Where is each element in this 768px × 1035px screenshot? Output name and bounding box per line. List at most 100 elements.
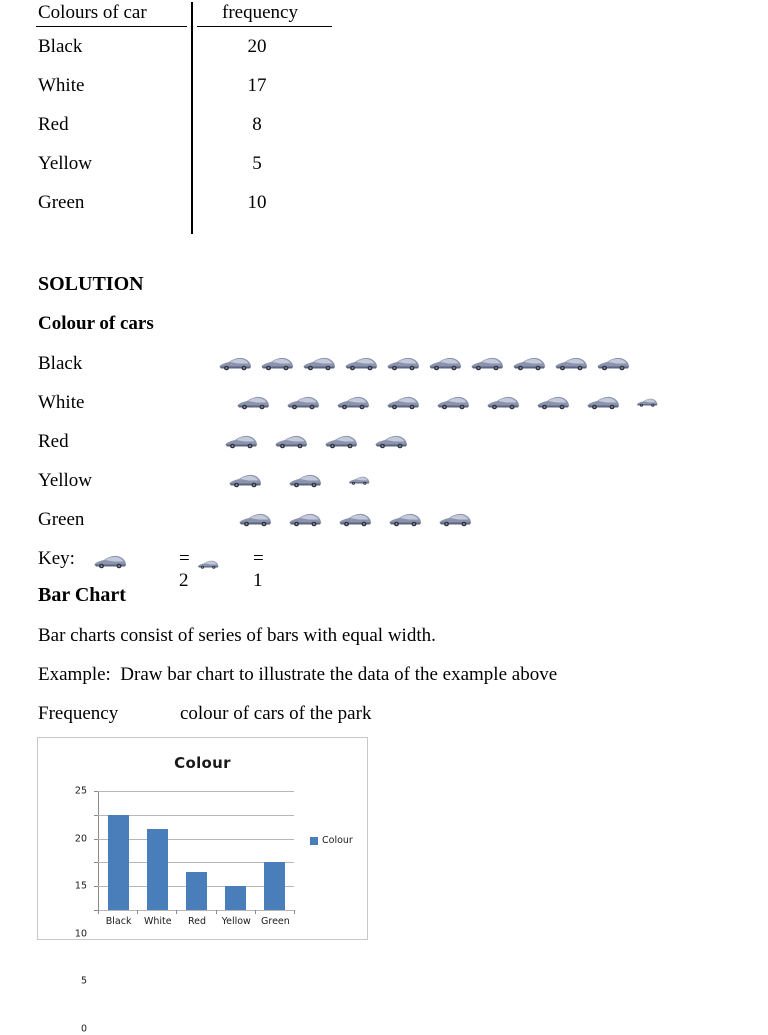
pictogram-row-label: Black — [38, 353, 83, 374]
table-cell-frequency: 5 — [252, 153, 262, 174]
chart-y-tick: 10 — [75, 862, 98, 939]
key-equals-one: = 1 — [253, 548, 264, 591]
pictogram-car-group — [236, 389, 666, 415]
car-icon — [238, 510, 272, 528]
table-row: White 17 — [36, 69, 336, 108]
car-icon — [536, 393, 570, 411]
chart-gridline — [98, 910, 294, 911]
table-cell-colour: Green — [38, 192, 85, 213]
car-icon — [336, 393, 370, 411]
chart-x-tick — [215, 910, 217, 914]
key-car-icon — [93, 552, 127, 576]
chart-bar-slot — [255, 791, 294, 910]
chart-plot-area: 0 5 10 15 20 25 — [75, 786, 295, 1035]
table-row: Green 10 — [36, 186, 336, 225]
pictogram-heading: Colour of cars — [38, 313, 154, 334]
chart-bar-slot — [99, 791, 138, 910]
pictogram-row: Black — [38, 350, 638, 389]
table-header-row: Colours of car frequency — [36, 0, 336, 30]
pictogram-row: Green — [38, 506, 638, 545]
chart-y-tick-label: 25 — [74, 785, 87, 797]
chart-x-tick — [176, 910, 178, 914]
pictogram-row-label: Green — [38, 509, 85, 530]
car-icon — [338, 510, 372, 528]
table-row: Black 20 — [36, 30, 336, 69]
chart-x-label: White — [143, 916, 172, 927]
car-icon — [236, 393, 270, 411]
chart-x-tick — [294, 910, 295, 914]
pictogram-row-label: White — [38, 392, 85, 413]
bar-chart: Colour 0 5 10 15 20 25 Black White Red Yellow Gre… — [37, 737, 368, 1035]
table-cell-frequency: 17 — [247, 75, 267, 96]
pictogram-row-label: Red — [38, 431, 69, 452]
key-half-car-icon — [197, 554, 219, 576]
chart-bar-slot — [177, 791, 216, 910]
chart-x-axis-labels: Black White Red Yellow Green — [99, 916, 295, 927]
table-cell-colour: Yellow — [38, 153, 93, 174]
key-equals-two: = 2 — [179, 548, 190, 591]
table-row: Yellow 5 — [36, 147, 336, 186]
pictogram-row: Red — [38, 428, 638, 467]
chart-bar — [147, 829, 168, 910]
chart-y-tick-label: 15 — [74, 880, 87, 892]
bar-chart-definition: Bar charts consist of series of bars wit… — [38, 625, 436, 646]
chart-x-tick — [254, 910, 256, 914]
chart-bars — [99, 791, 294, 910]
car-icon — [486, 393, 520, 411]
car-icon — [596, 354, 630, 372]
chart-x-label: Green — [261, 916, 290, 927]
car-icon — [388, 510, 422, 528]
table-cell-colour: Red — [38, 114, 69, 135]
chart-bar — [225, 886, 246, 910]
car-icon — [274, 432, 308, 450]
bar-chart-heading: Bar Chart — [38, 584, 126, 606]
car-icon — [218, 354, 252, 372]
car-icon — [224, 432, 258, 450]
chart-legend: Colour — [310, 835, 353, 846]
car-icon — [286, 393, 320, 411]
chart-y-tick: 20 — [75, 814, 98, 844]
chart-x-tick — [137, 910, 139, 914]
chart-x-tick — [98, 910, 99, 914]
table-cell-colour: White — [38, 75, 85, 96]
header-rule-left — [36, 26, 187, 27]
chart-bar — [108, 814, 129, 910]
bar-chart-axes-caption: Frequency colour of cars of the park — [38, 703, 372, 724]
chart-bar-slot — [138, 791, 177, 910]
table-cell-frequency: 8 — [252, 114, 262, 135]
car-icon — [554, 354, 588, 372]
pictogram-row-label: Yellow — [38, 470, 93, 491]
chart-y-tick-label: 10 — [74, 928, 87, 940]
chart-y-tick-label: 5 — [80, 975, 87, 987]
chart-bar-slot — [216, 791, 255, 910]
car-icon — [436, 393, 470, 411]
table-cell-colour: Black — [38, 36, 83, 57]
car-icon — [374, 432, 408, 450]
table-header-colours: Colours of car — [38, 2, 147, 23]
car-icon — [586, 393, 620, 411]
pictogram-row: White — [38, 389, 658, 428]
chart-y-tick-label: 0 — [80, 1023, 87, 1035]
chart-x-label: Red — [187, 916, 207, 927]
car-icon — [288, 471, 322, 489]
chart-y-tick-label: 20 — [74, 833, 87, 845]
chart-x-label: Yellow — [221, 916, 251, 927]
car-icon — [438, 510, 472, 528]
chart-bar — [186, 871, 207, 910]
pictogram-row: Yellow — [38, 467, 638, 506]
table-row: Red 8 — [36, 108, 336, 147]
chart-title: Colour — [174, 754, 231, 772]
car-icon — [512, 354, 546, 372]
chart-bar — [264, 862, 285, 910]
pictogram: Black White Red Yellow Green — [38, 350, 658, 545]
chart-y-tick: 25 — [75, 786, 98, 797]
bar-chart-example: Example: Draw bar chart to illustrate th… — [38, 664, 558, 685]
pictogram-car-group — [228, 467, 378, 493]
table-cell-frequency: 10 — [247, 192, 267, 213]
car-icon — [386, 354, 420, 372]
car-icon — [428, 354, 462, 372]
solution-heading: SOLUTION — [38, 273, 144, 295]
chart-x-label: Black — [105, 916, 132, 927]
half-car-icon — [636, 396, 658, 408]
header-rule-right — [197, 26, 332, 27]
